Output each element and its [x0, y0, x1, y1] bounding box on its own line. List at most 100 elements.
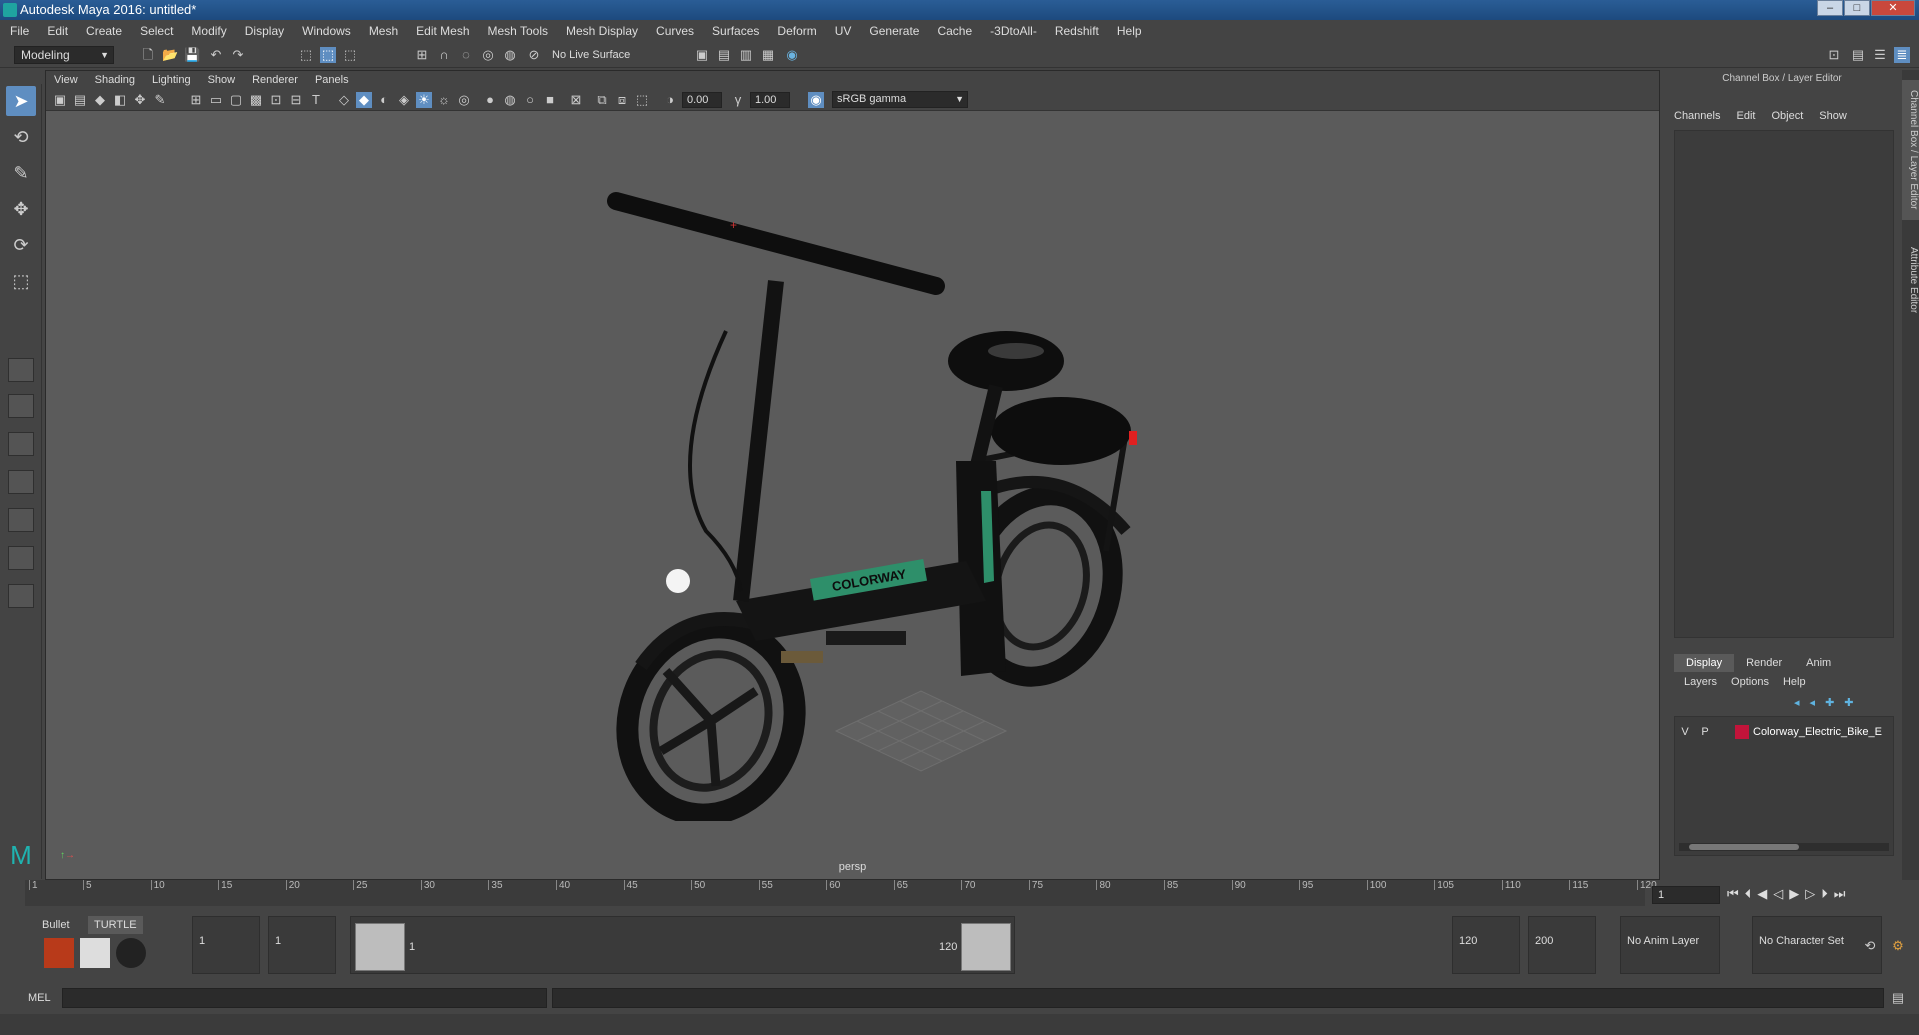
layout-icon[interactable]: ▤: [1850, 47, 1866, 63]
save-scene-icon[interactable]: 💾: [184, 47, 200, 63]
channel-box-menu-edit[interactable]: Edit: [1736, 110, 1755, 122]
paint-select-icon[interactable]: ✎: [6, 158, 36, 188]
grease-pencil-icon[interactable]: ✎: [152, 92, 168, 108]
gate-mask-icon[interactable]: ▩: [248, 92, 264, 108]
gamma-field[interactable]: 1.00: [750, 92, 790, 108]
range-slider[interactable]: 1 120: [350, 916, 1015, 974]
step-back-frame-icon[interactable]: ◀: [1757, 886, 1767, 902]
render-settings-icon[interactable]: ▦: [760, 47, 776, 63]
mode-selector[interactable]: Modeling ▼: [14, 46, 114, 64]
play-forward-icon[interactable]: ▶: [1789, 886, 1799, 902]
hypershade-persp-icon[interactable]: [8, 508, 34, 532]
gamma-icon[interactable]: γ: [730, 92, 746, 108]
menu-deform[interactable]: Deform: [777, 24, 816, 38]
new-empty-layer-icon[interactable]: ✚: [1825, 696, 1834, 709]
close-button[interactable]: ✕: [1871, 0, 1915, 16]
step-forward-frame-icon[interactable]: ▷: [1805, 886, 1815, 902]
layer-playback-toggle[interactable]: P: [1695, 726, 1715, 738]
camera-icon[interactable]: ▣: [52, 92, 68, 108]
2d-pan-icon[interactable]: ✥: [132, 92, 148, 108]
channel-box-menu-object[interactable]: Object: [1771, 110, 1803, 122]
safe-action-icon[interactable]: ⊟: [288, 92, 304, 108]
depth-of-field-icon[interactable]: ■: [542, 92, 558, 108]
persp-uv-icon[interactable]: [8, 546, 34, 570]
xray-active-icon[interactable]: ⧈: [614, 92, 630, 108]
outliner-toggle-icon[interactable]: ☰: [1872, 47, 1888, 63]
viewport-panel[interactable]: View Shading Lighting Show Renderer Pane…: [45, 70, 1660, 880]
wireframe-icon[interactable]: ◇: [336, 92, 352, 108]
render-sequence-icon[interactable]: ▤: [716, 47, 732, 63]
make-live-icon[interactable]: ⊘: [526, 47, 542, 63]
layer-menu-options[interactable]: Options: [1731, 676, 1769, 688]
range-start-handle[interactable]: [355, 923, 405, 971]
menu-cache[interactable]: Cache: [937, 24, 972, 38]
select-component-icon[interactable]: ⬚: [342, 47, 358, 63]
channel-box-menu-channels[interactable]: Channels: [1674, 110, 1720, 122]
grid-icon[interactable]: ⊞: [188, 92, 204, 108]
select-object-icon[interactable]: ⬚: [320, 47, 336, 63]
move-layer-down-icon[interactable]: ◂: [1810, 696, 1816, 709]
menu-3dtoall[interactable]: -3DtoAll-: [990, 24, 1037, 38]
shelf-tab-bullet[interactable]: Bullet: [36, 916, 76, 934]
mel-input[interactable]: [62, 988, 547, 1008]
layer-name[interactable]: Colorway_Electric_Bike_E: [1753, 726, 1883, 738]
menu-uv[interactable]: UV: [835, 24, 852, 38]
menu-modify[interactable]: Modify: [191, 24, 226, 38]
undo-icon[interactable]: ↶: [208, 47, 224, 63]
single-view-icon[interactable]: [8, 358, 34, 382]
menu-redshift[interactable]: Redshift: [1055, 24, 1099, 38]
camera-attributes-icon[interactable]: ▤: [72, 92, 88, 108]
persp-outliner-icon[interactable]: [8, 432, 34, 456]
tab-attribute-editor[interactable]: Attribute Editor: [1902, 230, 1919, 330]
animation-start-field[interactable]: 1: [192, 916, 260, 974]
new-scene-icon[interactable]: 🗋: [140, 47, 156, 63]
safe-title-icon[interactable]: T: [308, 92, 324, 108]
move-tool-icon[interactable]: ✥: [6, 194, 36, 224]
animation-end-field[interactable]: 200: [1528, 916, 1596, 974]
menu-edit-mesh[interactable]: Edit Mesh: [416, 24, 469, 38]
ipr-render-icon[interactable]: ▥: [738, 47, 754, 63]
field-chart-icon[interactable]: ⊡: [268, 92, 284, 108]
shelf-tab-turtle[interactable]: TURTLE: [88, 916, 143, 934]
open-scene-icon[interactable]: 📂: [162, 47, 178, 63]
menu-file[interactable]: File: [10, 24, 29, 38]
fire-shelf-icon[interactable]: [44, 938, 74, 968]
minimize-button[interactable]: –: [1817, 0, 1843, 16]
menu-select[interactable]: Select: [140, 24, 173, 38]
four-view-icon[interactable]: [8, 394, 34, 418]
menu-surfaces[interactable]: Surfaces: [712, 24, 759, 38]
step-back-key-icon[interactable]: ⏴: [1745, 886, 1752, 902]
maximize-button[interactable]: □: [1844, 0, 1870, 16]
anti-alias-icon[interactable]: ○: [522, 92, 538, 108]
menu-help[interactable]: Help: [1117, 24, 1142, 38]
script-editor-icon[interactable]: ▤: [1890, 990, 1906, 1006]
select-hierarchy-icon[interactable]: ⬚: [298, 47, 314, 63]
lasso-tool-icon[interactable]: ⟲: [6, 122, 36, 152]
viewport-menu-view[interactable]: View: [54, 74, 78, 86]
xray-joints-icon[interactable]: ⧉: [594, 92, 610, 108]
tab-render[interactable]: Render: [1734, 654, 1794, 672]
film-gate-icon[interactable]: ▭: [208, 92, 224, 108]
default-lighting-icon[interactable]: ☀: [416, 92, 432, 108]
layer-color-swatch[interactable]: [1735, 725, 1749, 739]
wire-on-shaded-icon[interactable]: ◐: [376, 92, 392, 108]
time-slider[interactable]: 1 5 10 15 20 25 30 35 40 45 50 55 60 65 70 75 80 85 90 95 10…: [25, 880, 1657, 906]
go-to-end-icon[interactable]: ⏭: [1834, 886, 1846, 902]
go-to-start-icon[interactable]: ⏮: [1727, 886, 1739, 902]
menu-windows[interactable]: Windows: [302, 24, 351, 38]
collapse-toolbox-icon[interactable]: [8, 584, 34, 608]
menu-edit[interactable]: Edit: [47, 24, 68, 38]
resolution-gate-icon[interactable]: ▢: [228, 92, 244, 108]
textured-icon[interactable]: ◈: [396, 92, 412, 108]
hypershade-icon[interactable]: ◉: [784, 47, 800, 63]
render-frame-icon[interactable]: ▣: [694, 47, 710, 63]
range-end-handle[interactable]: [961, 923, 1011, 971]
bike-model[interactable]: COLORWAY: [566, 131, 1206, 821]
auto-key-icon[interactable]: ⟲: [1862, 938, 1878, 954]
channel-box-toggle-icon[interactable]: ≣: [1894, 47, 1910, 63]
menu-create[interactable]: Create: [86, 24, 122, 38]
motion-blur-icon[interactable]: ◍: [502, 92, 518, 108]
persp-graph-icon[interactable]: [8, 470, 34, 494]
backface-icon[interactable]: ⬚: [634, 92, 650, 108]
layer-menu-layers[interactable]: Layers: [1684, 676, 1717, 688]
